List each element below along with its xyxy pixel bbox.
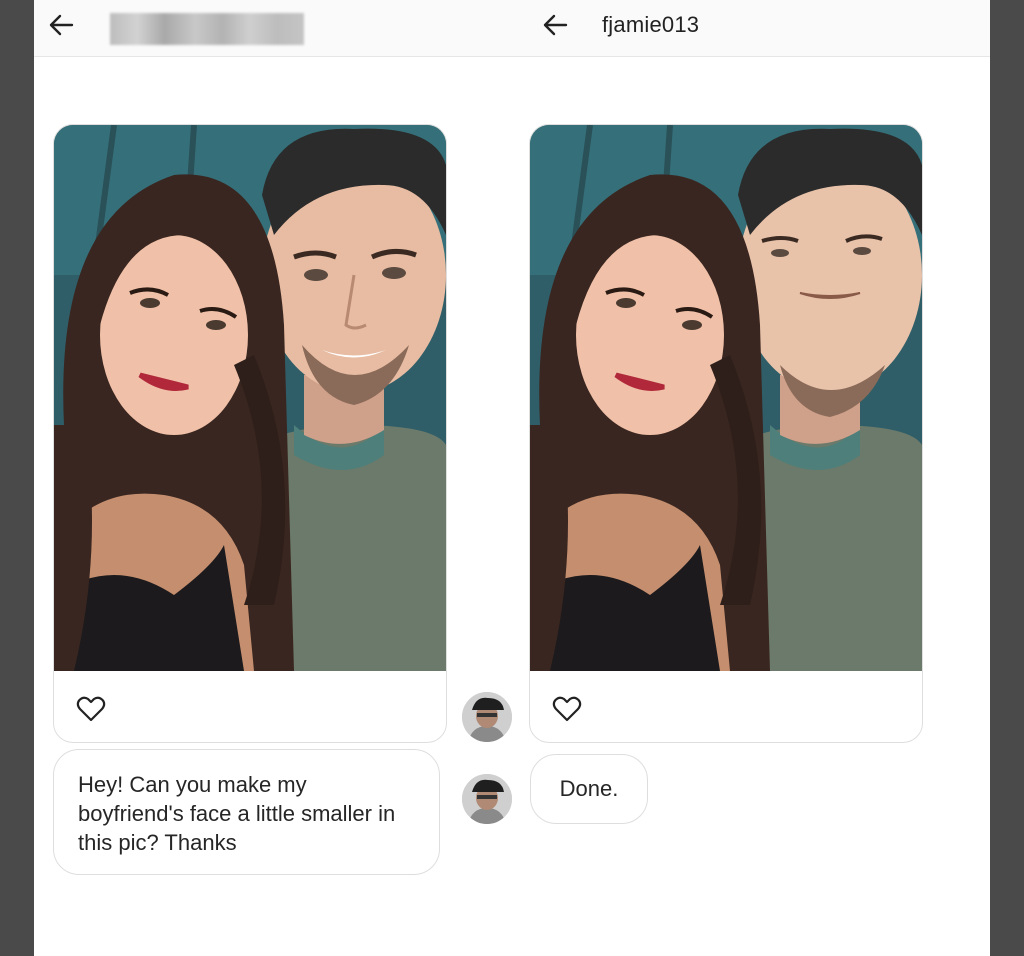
user-avatar[interactable] bbox=[462, 692, 512, 742]
dm-screenshot-composite: fjamie013 Hey! Can you make my boyfriend… bbox=[34, 0, 990, 956]
message-bubble-request: Hey! Can you make my boyfriend's face a … bbox=[53, 749, 440, 875]
reply-text: Done. bbox=[559, 776, 619, 801]
top-bar: fjamie013 bbox=[34, 0, 990, 57]
chat-username[interactable]: fjamie013 bbox=[602, 10, 699, 40]
shared-photo-edited[interactable] bbox=[529, 124, 923, 743]
couple-selfie-original bbox=[54, 125, 446, 671]
user-avatar[interactable] bbox=[462, 774, 512, 824]
arrow-left-icon[interactable] bbox=[46, 10, 76, 40]
message-text: Hey! Can you make my boyfriend's face a … bbox=[78, 772, 396, 855]
heart-icon[interactable] bbox=[76, 694, 106, 724]
shared-photo-original[interactable] bbox=[53, 124, 447, 743]
couple-selfie-edited bbox=[530, 125, 922, 671]
heart-icon[interactable] bbox=[552, 694, 582, 724]
arrow-left-icon[interactable] bbox=[540, 10, 570, 40]
message-bubble-reply: Done. bbox=[530, 754, 648, 824]
blurred-username bbox=[110, 13, 304, 45]
